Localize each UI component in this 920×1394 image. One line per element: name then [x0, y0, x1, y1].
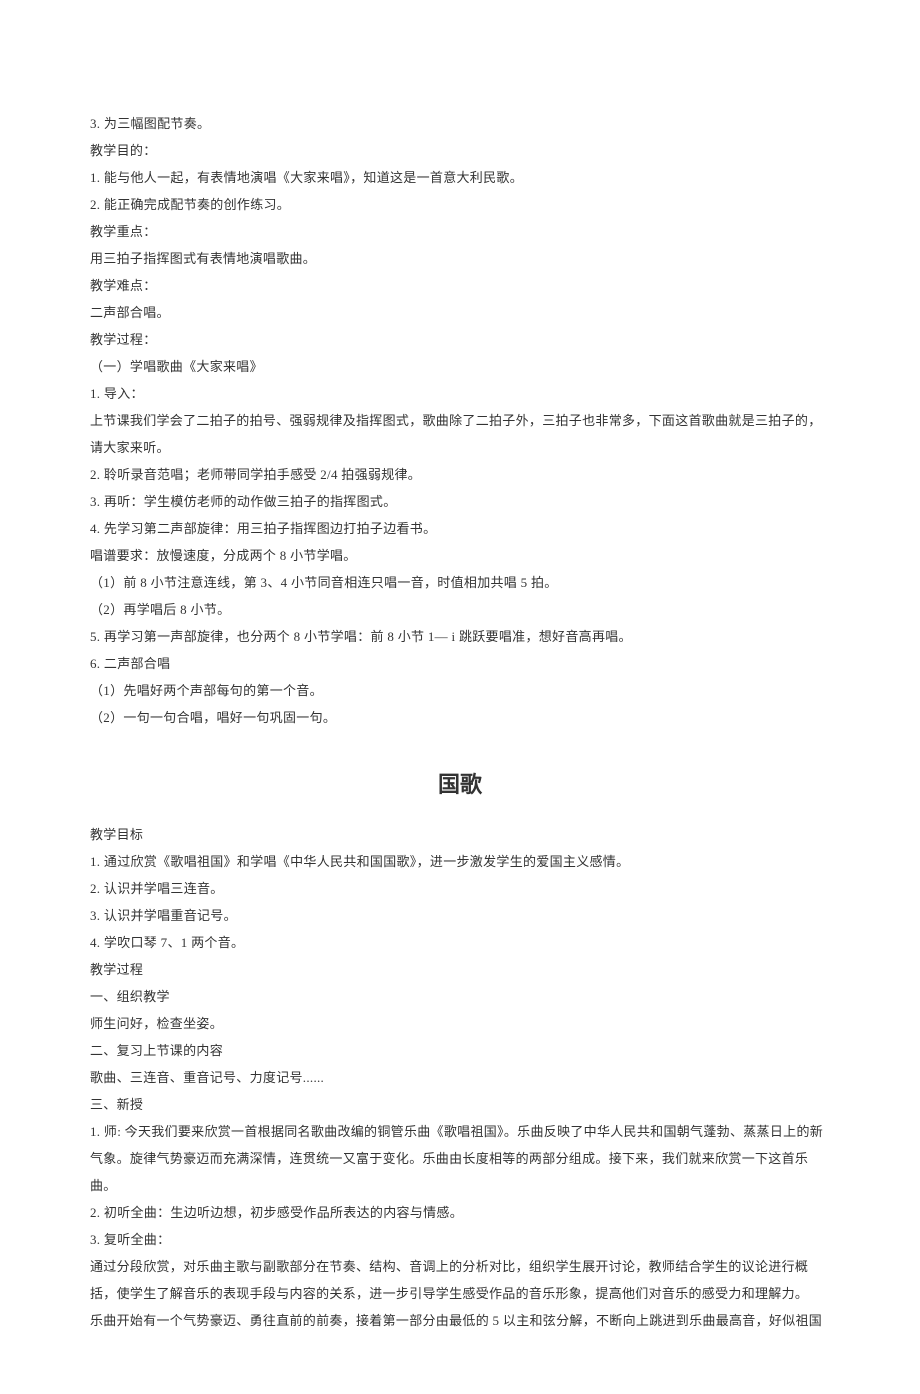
text-line: 6. 二声部合唱: [90, 650, 830, 677]
text-line: 二声部合唱。: [90, 299, 830, 326]
text-line: 通过分段欣赏，对乐曲主歌与副歌部分在节奏、结构、音调上的分析对比，组织学生展开讨…: [90, 1253, 830, 1307]
text-line: 5. 再学习第一声部旋律，也分两个 8 小节学唱：前 8 小节 1— i 跳跃要…: [90, 623, 830, 650]
text-line: 教学重点：: [90, 218, 830, 245]
text-line: 师生问好，检查坐姿。: [90, 1010, 830, 1037]
text-line: 1. 通过欣赏《歌唱祖国》和学唱《中华人民共和国国歌》，进一步激发学生的爱国主义…: [90, 848, 830, 875]
text-line: 教学过程: [90, 956, 830, 983]
text-line: （一）学唱歌曲《大家来唱》: [90, 353, 830, 380]
text-line: 歌曲、三连音、重音记号、力度记号......: [90, 1064, 830, 1091]
text-line: 3. 为三幅图配节奏。: [90, 110, 830, 137]
text-line: 2. 初听全曲：生边听边想，初步感受作品所表达的内容与情感。: [90, 1199, 830, 1226]
text-line: 乐曲开始有一个气势豪迈、勇往直前的前奏，接着第一部分由最低的 5 以主和弦分解，…: [90, 1307, 830, 1334]
text-line: 3. 认识并学唱重音记号。: [90, 902, 830, 929]
text-line: 2. 聆听录音范唱；老师带同学拍手感受 2/4 拍强弱规律。: [90, 461, 830, 488]
text-line: 教学难点：: [90, 272, 830, 299]
section-1: 3. 为三幅图配节奏。 教学目的： 1. 能与他人一起，有表情地演唱《大家来唱》…: [90, 110, 830, 731]
section-title: 国歌: [90, 767, 830, 799]
text-line: 2. 认识并学唱三连音。: [90, 875, 830, 902]
text-line: 三、新授: [90, 1091, 830, 1118]
text-line: 4. 学吹口琴 7、1 两个音。: [90, 929, 830, 956]
text-line: 1. 师: 今天我们要来欣赏一首根据同名歌曲改编的铜管乐曲《歌唱祖国》。乐曲反映…: [90, 1118, 830, 1199]
section-2: 教学目标 1. 通过欣赏《歌唱祖国》和学唱《中华人民共和国国歌》，进一步激发学生…: [90, 821, 830, 1334]
document-page: 3. 为三幅图配节奏。 教学目的： 1. 能与他人一起，有表情地演唱《大家来唱》…: [0, 0, 920, 1394]
text-line: （2）再学唱后 8 小节。: [90, 596, 830, 623]
text-line: 3. 复听全曲：: [90, 1226, 830, 1253]
text-line: （1）前 8 小节注意连线，第 3、4 小节同音相连只唱一音，时值相加共唱 5 …: [90, 569, 830, 596]
text-line: 二、复习上节课的内容: [90, 1037, 830, 1064]
text-line: 教学目标: [90, 821, 830, 848]
text-line: 上节课我们学会了二拍子的拍号、强弱规律及指挥图式，歌曲除了二拍子外，三拍子也非常…: [90, 407, 830, 461]
text-line: 3. 再听：学生模仿老师的动作做三拍子的指挥图式。: [90, 488, 830, 515]
text-line: （1）先唱好两个声部每句的第一个音。: [90, 677, 830, 704]
text-line: 2. 能正确完成配节奏的创作练习。: [90, 191, 830, 218]
text-line: 1. 能与他人一起，有表情地演唱《大家来唱》，知道这是一首意大利民歌。: [90, 164, 830, 191]
text-line: 4. 先学习第二声部旋律：用三拍子指挥图边打拍子边看书。: [90, 515, 830, 542]
text-line: 唱谱要求：放慢速度，分成两个 8 小节学唱。: [90, 542, 830, 569]
text-line: 教学过程：: [90, 326, 830, 353]
text-line: 一、组织教学: [90, 983, 830, 1010]
text-line: 1. 导入：: [90, 380, 830, 407]
text-line: （2）一句一句合唱，唱好一句巩固一句。: [90, 704, 830, 731]
text-line: 教学目的：: [90, 137, 830, 164]
text-line: 用三拍子指挥图式有表情地演唱歌曲。: [90, 245, 830, 272]
